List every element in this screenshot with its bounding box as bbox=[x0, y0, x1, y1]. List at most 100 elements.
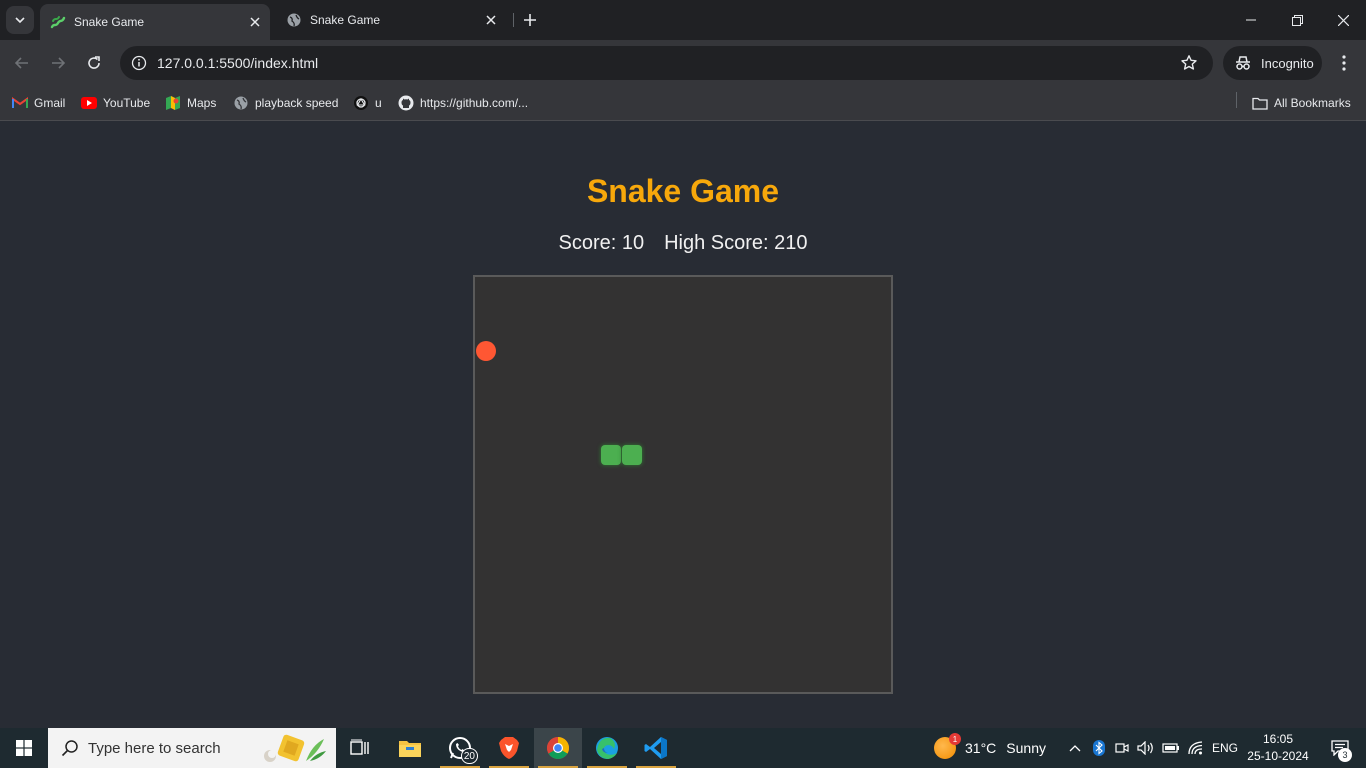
bookmark-gmail[interactable]: Gmail bbox=[12, 92, 65, 114]
sun-icon: 1 bbox=[934, 733, 961, 759]
bluetooth-icon[interactable] bbox=[1089, 728, 1109, 768]
tab-search-button[interactable] bbox=[6, 6, 34, 34]
minimize-icon bbox=[1246, 19, 1256, 21]
github-icon bbox=[398, 95, 414, 111]
bookmark-github[interactable]: https://github.com/... bbox=[398, 92, 528, 114]
taskbar-search-box[interactable]: Type here to search bbox=[48, 728, 336, 768]
game-board[interactable] bbox=[473, 275, 893, 694]
current-score: Score: 10 bbox=[558, 232, 645, 254]
bookmark-playback-speed[interactable]: playback speed bbox=[233, 92, 338, 114]
restore-icon bbox=[1291, 14, 1303, 26]
clock-time: 16:05 bbox=[1262, 732, 1294, 746]
page-content: Snake Game Score: 10 High Score: 210 bbox=[0, 121, 1366, 728]
all-bookmarks-label: All Bookmarks bbox=[1274, 96, 1351, 110]
file-explorer-button[interactable] bbox=[386, 728, 434, 768]
edge-icon bbox=[596, 737, 618, 759]
maps-icon bbox=[165, 95, 181, 111]
score-panel: Score: 10 High Score: 210 bbox=[0, 232, 1366, 255]
bookmark-label: Maps bbox=[187, 96, 217, 110]
brave-icon bbox=[499, 737, 519, 759]
address-bar[interactable]: 127.0.0.1:5500/index.html bbox=[120, 46, 1213, 80]
forward-button[interactable] bbox=[46, 51, 70, 75]
openai-icon bbox=[353, 95, 369, 111]
incognito-label: Incognito bbox=[1261, 55, 1314, 71]
bookmark-u[interactable]: u bbox=[353, 92, 382, 114]
bookmark-maps[interactable]: Maps bbox=[165, 92, 216, 114]
language-indicator[interactable]: ENG bbox=[1212, 728, 1238, 768]
restore-button[interactable] bbox=[1274, 0, 1320, 40]
folder-icon bbox=[1252, 95, 1268, 111]
minimize-button[interactable] bbox=[1228, 0, 1274, 40]
chevron-down-icon bbox=[15, 17, 25, 24]
bookmark-label: playback speed bbox=[255, 96, 339, 110]
reload-icon bbox=[88, 56, 100, 69]
clock-date: 25-10-2024 bbox=[1247, 749, 1309, 763]
incognito-icon bbox=[1236, 56, 1250, 70]
volume-icon[interactable] bbox=[1135, 728, 1157, 768]
close-tab-icon[interactable] bbox=[246, 13, 264, 31]
vscode-icon bbox=[644, 737, 667, 759]
chrome-icon bbox=[547, 737, 569, 759]
battery-icon[interactable] bbox=[1160, 728, 1182, 768]
bookmark-label: https://github.com/... bbox=[420, 96, 529, 110]
weather-condition: Sunny bbox=[1006, 740, 1046, 756]
task-view-icon bbox=[350, 739, 369, 755]
wifi-icon[interactable] bbox=[1185, 728, 1207, 768]
browser-menu-button[interactable] bbox=[1332, 51, 1356, 75]
close-window-button[interactable] bbox=[1320, 0, 1366, 40]
arrow-left-icon bbox=[14, 57, 28, 69]
bookmark-label: u bbox=[375, 96, 382, 110]
back-button[interactable] bbox=[10, 51, 34, 75]
weather-alert-badge: 1 bbox=[949, 733, 961, 745]
edge-button[interactable] bbox=[583, 728, 631, 768]
temperature: 31°C bbox=[965, 740, 997, 756]
tab-snake-game-active[interactable]: Snake Game bbox=[40, 4, 270, 40]
url-text: 127.0.0.1:5500/index.html bbox=[157, 55, 319, 71]
tab-title: Snake Game bbox=[310, 13, 381, 27]
search-highlight-illustration bbox=[260, 731, 330, 765]
snake-segment bbox=[601, 445, 621, 465]
globe-icon bbox=[233, 95, 249, 111]
game-title: Snake Game bbox=[586, 173, 780, 209]
tab-divider bbox=[513, 13, 514, 27]
tab-snake-game[interactable]: Snake Game bbox=[278, 0, 506, 40]
snake-segment bbox=[622, 445, 642, 465]
task-view-button[interactable] bbox=[336, 728, 384, 768]
tab-strip: Snake Game Snake Game bbox=[0, 0, 1366, 40]
bookmarks-divider bbox=[1236, 92, 1237, 108]
site-info-icon[interactable] bbox=[128, 52, 150, 74]
bookmark-label: Gmail bbox=[34, 96, 66, 110]
plus-icon bbox=[524, 14, 536, 26]
start-button[interactable] bbox=[0, 728, 48, 768]
file-explorer-icon bbox=[399, 741, 421, 757]
reload-button[interactable] bbox=[82, 51, 106, 75]
new-tab-button[interactable] bbox=[520, 10, 540, 30]
bookmark-youtube[interactable]: YouTube bbox=[81, 92, 150, 114]
search-placeholder: Type here to search bbox=[88, 739, 221, 757]
bookmarks-bar: Gmail YouTube Maps playback speed u http… bbox=[0, 86, 1366, 121]
youtube-icon bbox=[81, 95, 97, 111]
incognito-profile-button[interactable]: Incognito bbox=[1223, 46, 1322, 80]
brave-button[interactable] bbox=[485, 728, 533, 768]
more-vertical-icon bbox=[1342, 55, 1346, 71]
weather-widget[interactable]: 1 31°C Sunny bbox=[934, 728, 1046, 768]
clock[interactable]: 16:05 25-10-2024 bbox=[1244, 731, 1312, 765]
all-bookmarks-button[interactable]: All Bookmarks bbox=[1252, 92, 1351, 114]
show-hidden-icons-button[interactable] bbox=[1064, 728, 1086, 768]
action-center-button[interactable]: 3 bbox=[1320, 728, 1360, 768]
bookmark-star-icon[interactable] bbox=[1177, 51, 1201, 75]
whatsapp-badge: 20 bbox=[460, 748, 478, 764]
whatsapp-button[interactable]: 20 bbox=[436, 728, 484, 768]
meet-now-icon[interactable] bbox=[1112, 728, 1132, 768]
snake-favicon-icon bbox=[50, 14, 66, 30]
gmail-icon bbox=[12, 95, 28, 111]
arrow-right-icon bbox=[52, 57, 66, 69]
close-tab-icon[interactable] bbox=[482, 11, 500, 29]
windows-taskbar: Type here to search 20 1 31°C Sunny ENG … bbox=[0, 728, 1366, 768]
bookmark-label: YouTube bbox=[103, 96, 151, 110]
tab-title: Snake Game bbox=[74, 15, 145, 29]
chrome-button[interactable] bbox=[534, 728, 582, 768]
windows-logo-icon bbox=[16, 740, 32, 756]
chevron-up-icon bbox=[1069, 745, 1081, 752]
vscode-button[interactable] bbox=[632, 728, 680, 768]
